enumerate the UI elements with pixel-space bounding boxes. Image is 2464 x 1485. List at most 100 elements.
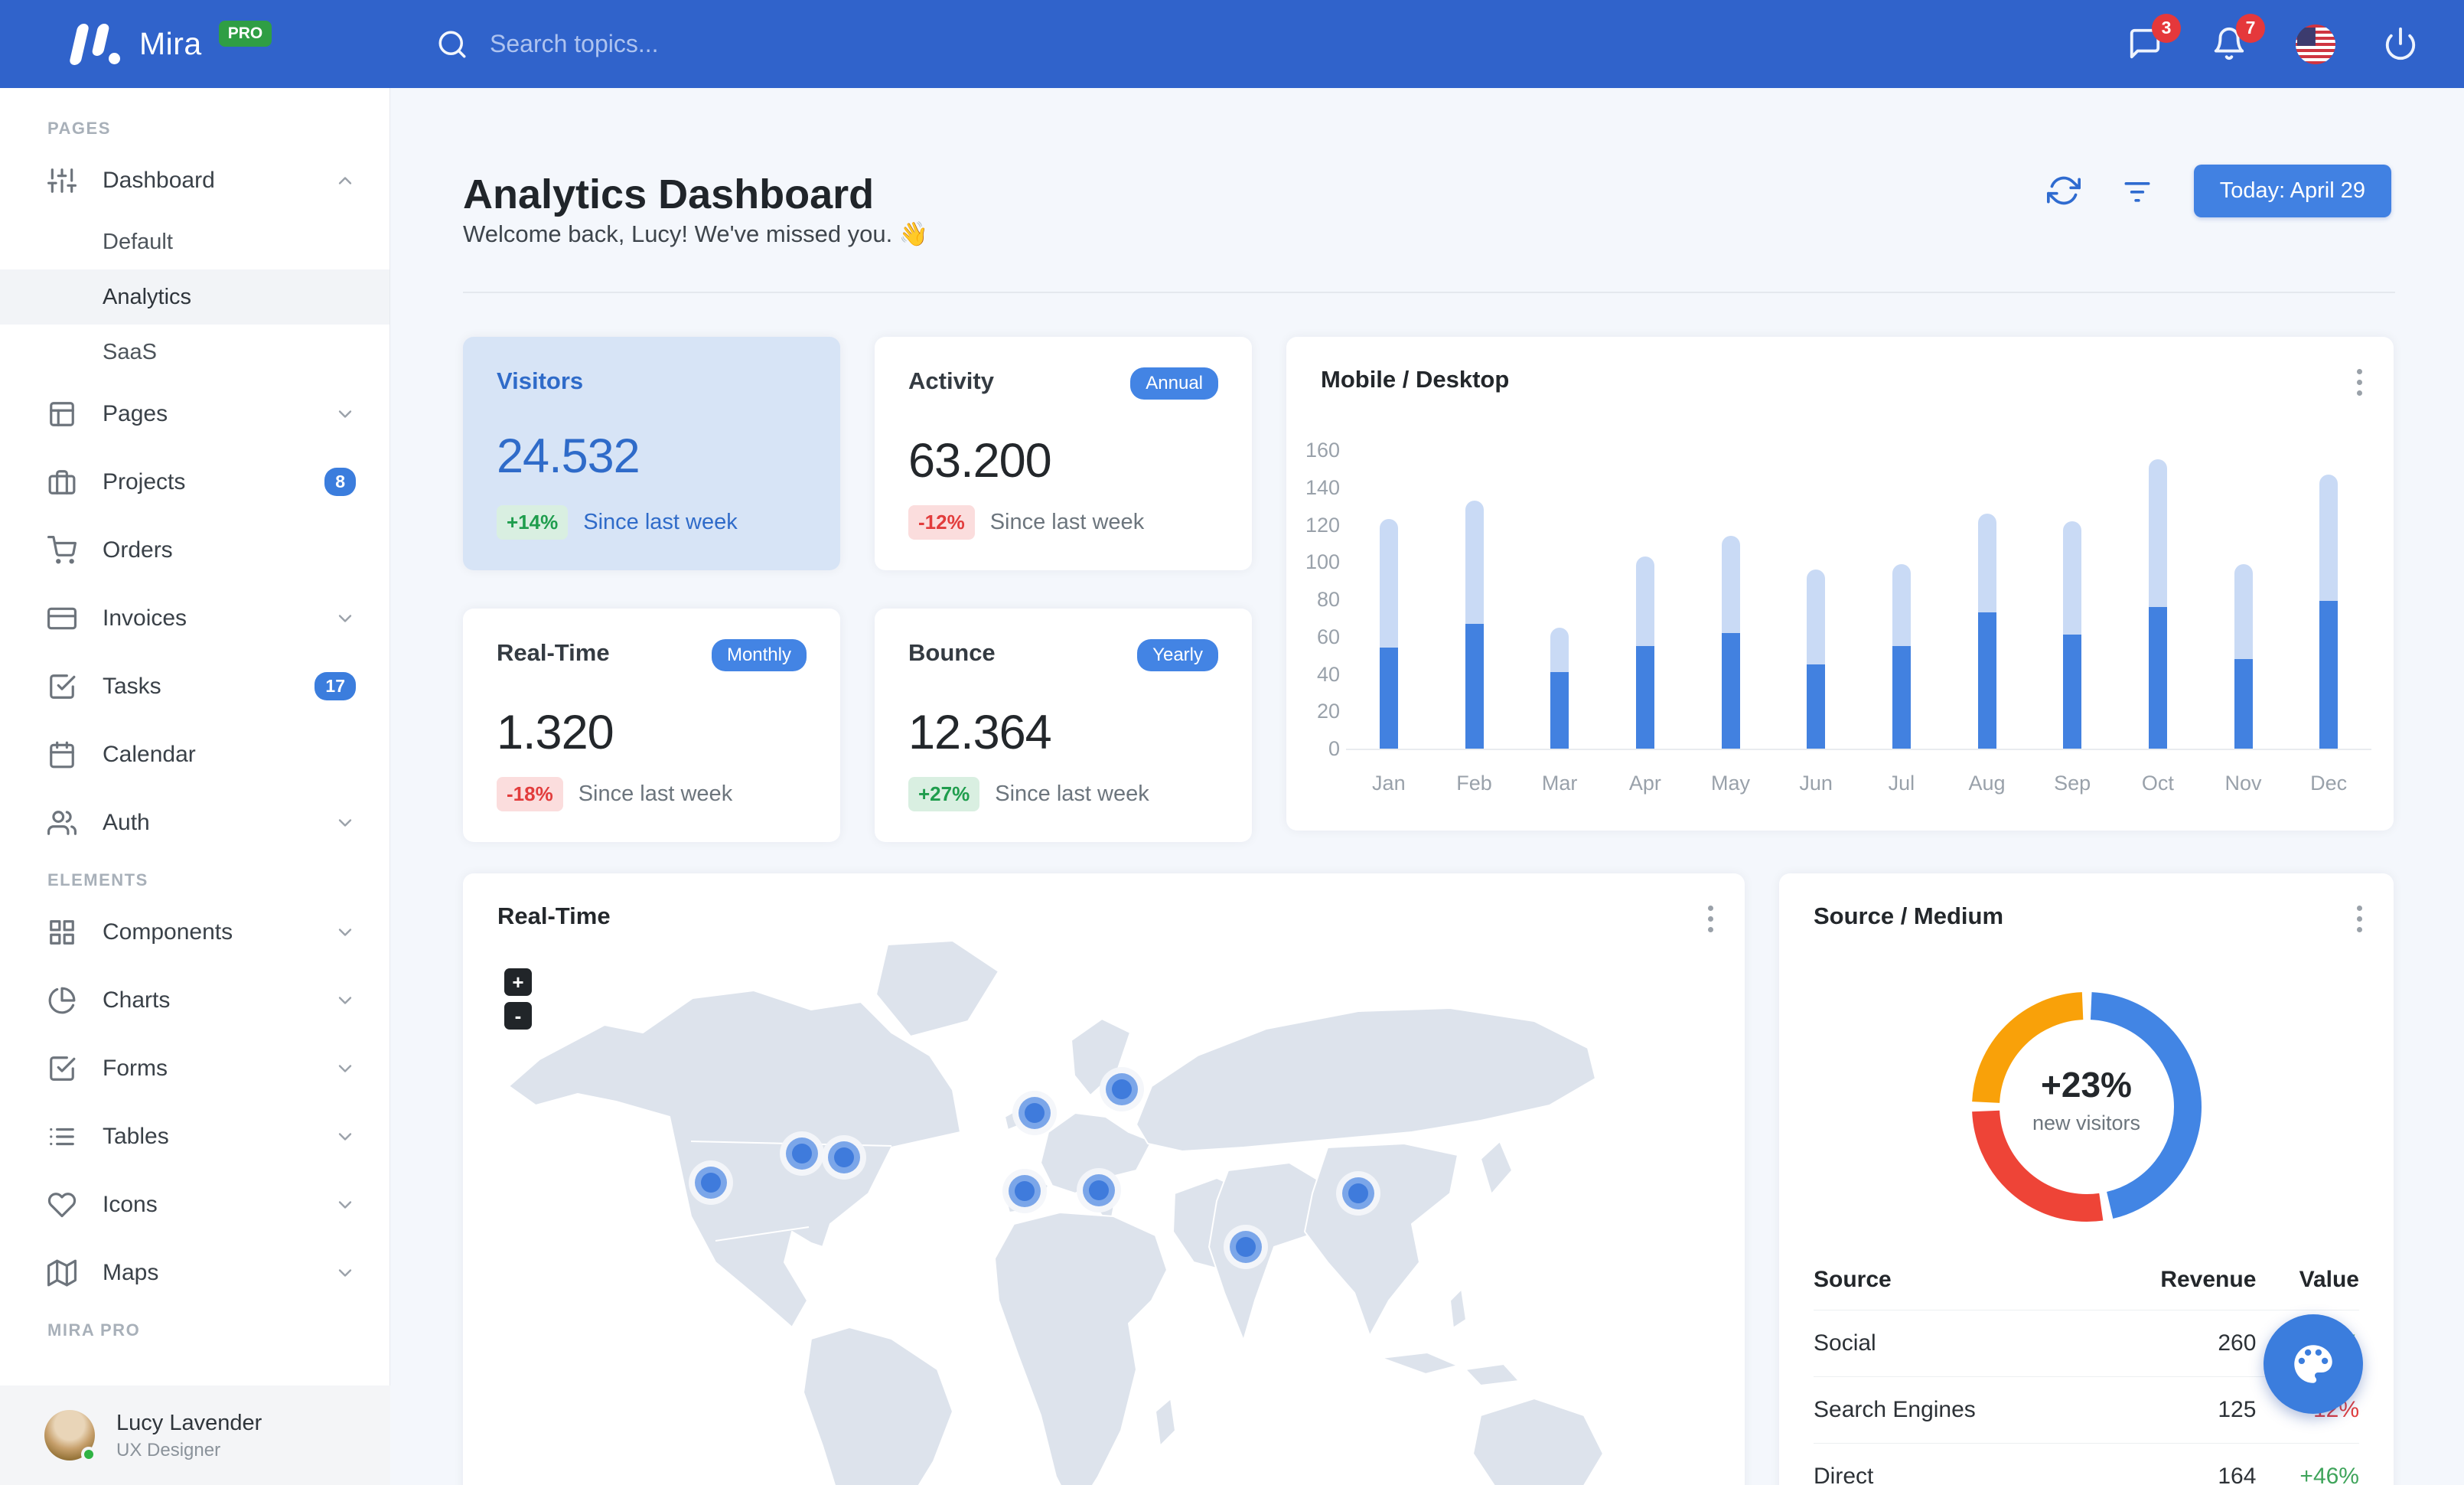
bell-icon bbox=[2211, 27, 2247, 64]
date-range-button[interactable]: Today: April 29 bbox=[2193, 165, 2391, 217]
donut-center-label: new visitors bbox=[2032, 1111, 2141, 1134]
map-marker bbox=[822, 1135, 866, 1180]
refresh-icon[interactable] bbox=[2046, 174, 2082, 209]
header-actions: Today: April 29 bbox=[2046, 165, 2391, 217]
kebab-menu-icon[interactable] bbox=[2357, 906, 2365, 932]
message-square-icon bbox=[2127, 28, 2163, 64]
sidebar-item-forms[interactable]: Forms bbox=[0, 1034, 389, 1102]
power-icon bbox=[2383, 27, 2418, 64]
sidebar-count-badge: 17 bbox=[315, 672, 356, 700]
donut-center-value: +23% bbox=[2041, 1065, 2132, 1105]
y-axis-tick: 60 bbox=[1316, 625, 1340, 648]
bar-mobile bbox=[2063, 635, 2082, 749]
check-square-icon bbox=[47, 672, 77, 701]
map-marker bbox=[1077, 1168, 1121, 1212]
sidebar-item-components[interactable]: Components bbox=[0, 898, 389, 966]
sidebar-item-label: Dashboard bbox=[103, 167, 215, 193]
sidebar-item-tasks[interactable]: Tasks 17 bbox=[0, 652, 389, 720]
search bbox=[436, 28, 2127, 60]
chevron-down-icon bbox=[334, 812, 356, 834]
sidebar-item-charts[interactable]: Charts bbox=[0, 966, 389, 1034]
stat-period-text: Since last week bbox=[578, 782, 733, 806]
x-axis-tick: Nov bbox=[2224, 772, 2262, 795]
user-name: Lucy Lavender bbox=[116, 1410, 262, 1435]
stat-period-text: Since last week bbox=[583, 510, 738, 534]
table-row: Direct 164 +46% bbox=[1814, 1443, 2359, 1485]
sidebar-subitem-analytics[interactable]: Analytics bbox=[0, 269, 389, 325]
sidebar-item-label: Projects bbox=[103, 468, 186, 494]
stacked-bar-chart: 0 20 40 60 80 100 120 140 160 Jan Feb Mar Apr May Jun J… bbox=[1286, 337, 2394, 831]
sidebar-item-orders[interactable]: Orders bbox=[0, 516, 389, 584]
bar-mobile bbox=[1550, 672, 1569, 749]
sidebar-count-badge: 8 bbox=[324, 468, 356, 496]
sidebar-item-tables[interactable]: Tables bbox=[0, 1102, 389, 1170]
brand[interactable]: Mira PRO bbox=[0, 20, 360, 68]
sidebar-item-dashboard[interactable]: Dashboard bbox=[0, 146, 389, 214]
sign-out-button[interactable] bbox=[2383, 26, 2420, 63]
stat-value: 24.532 bbox=[497, 429, 640, 483]
sidebar-subitem-default[interactable]: Default bbox=[0, 214, 389, 269]
y-axis-tick: 120 bbox=[1305, 513, 1340, 537]
y-axis-tick: 140 bbox=[1305, 475, 1340, 499]
x-axis-tick: Jan bbox=[1372, 772, 1406, 795]
search-input[interactable] bbox=[488, 29, 840, 59]
sidebar-item-label: Auth bbox=[103, 809, 150, 835]
header-divider bbox=[463, 292, 2395, 293]
world-map bbox=[508, 941, 1604, 1485]
filter-icon[interactable] bbox=[2120, 174, 2156, 209]
x-axis-tick: Feb bbox=[1456, 772, 1492, 795]
search-icon bbox=[436, 28, 468, 60]
cell-revenue: 260 bbox=[2091, 1310, 2257, 1377]
sidebar-section-label: MIRA PRO bbox=[47, 1320, 141, 1340]
language-flag-button[interactable] bbox=[2296, 24, 2335, 64]
mira-logo-icon bbox=[68, 21, 122, 68]
map-marker bbox=[1012, 1091, 1057, 1135]
sidebar-item-maps[interactable]: Maps bbox=[0, 1239, 389, 1307]
cell-source: Direct bbox=[1814, 1443, 2092, 1485]
sidebar: PAGES Dashboard Default Analytics SaaS Pages P… bbox=[0, 88, 390, 1485]
bar-mobile bbox=[1977, 612, 1996, 749]
stat-period-tag[interactable]: Monthly bbox=[711, 639, 807, 671]
sidebar-section-label: ELEMENTS bbox=[47, 870, 148, 889]
map-marker bbox=[1002, 1169, 1047, 1213]
cell-source: Social bbox=[1814, 1310, 2092, 1377]
layout-icon bbox=[47, 400, 77, 429]
notifications-button[interactable]: 7 bbox=[2211, 13, 2265, 64]
chevron-down-icon bbox=[334, 1126, 356, 1147]
sidebar-item-projects[interactable]: Projects 8 bbox=[0, 448, 389, 516]
sidebar-item-invoices[interactable]: Invoices bbox=[0, 584, 389, 652]
messages-button[interactable]: 3 bbox=[2127, 13, 2181, 64]
sidebar-item-label: Tables bbox=[103, 1123, 169, 1149]
sidebar-section-label: PAGES bbox=[47, 119, 111, 138]
x-axis-tick: Jun bbox=[1799, 772, 1833, 795]
bar-mobile bbox=[2234, 659, 2253, 749]
kebab-menu-icon[interactable] bbox=[1708, 906, 1716, 932]
theme-settings-button[interactable] bbox=[2264, 1314, 2363, 1414]
online-status-dot bbox=[81, 1447, 96, 1462]
sidebar-item-label: Components bbox=[103, 919, 233, 945]
chevron-down-icon bbox=[334, 608, 356, 629]
stat-period-tag[interactable]: Annual bbox=[1130, 367, 1218, 400]
y-axis-tick: 160 bbox=[1305, 439, 1340, 462]
sidebar-item-label: Invoices bbox=[103, 605, 187, 631]
sidebar-user[interactable]: Lucy Lavender UX Designer bbox=[0, 1385, 390, 1485]
sidebar-item-calendar[interactable]: Calendar bbox=[0, 720, 389, 788]
sidebar-item-icons[interactable]: Icons bbox=[0, 1170, 389, 1239]
stat-period-text: Since last week bbox=[989, 510, 1145, 534]
sidebar-nav: PAGES Dashboard Default Analytics SaaS Pages P… bbox=[0, 88, 389, 1348]
sidebar-item-auth[interactable]: Auth bbox=[0, 788, 389, 857]
check-square-icon bbox=[47, 1054, 77, 1083]
stat-period-tag[interactable]: Yearly bbox=[1137, 639, 1218, 671]
sidebar-item-label: Orders bbox=[103, 537, 173, 563]
stat-card-activity: Activity Annual 63.200 -12% Since last we… bbox=[875, 337, 1252, 570]
notifications-count-badge: 7 bbox=[2236, 13, 2265, 43]
chevron-down-icon bbox=[334, 990, 356, 1011]
list-icon bbox=[47, 1122, 77, 1151]
x-axis-tick: May bbox=[1710, 772, 1750, 795]
stat-title: Activity bbox=[908, 367, 994, 394]
stat-card-bounce: Bounce Yearly 12.364 +27% Since last week bbox=[875, 609, 1252, 842]
sidebar-item-pages[interactable]: Pages bbox=[0, 380, 389, 448]
page-title: Analytics Dashboard bbox=[463, 171, 875, 218]
sidebar-subitem-saas[interactable]: SaaS bbox=[0, 325, 389, 380]
bar-mobile bbox=[1465, 623, 1484, 749]
